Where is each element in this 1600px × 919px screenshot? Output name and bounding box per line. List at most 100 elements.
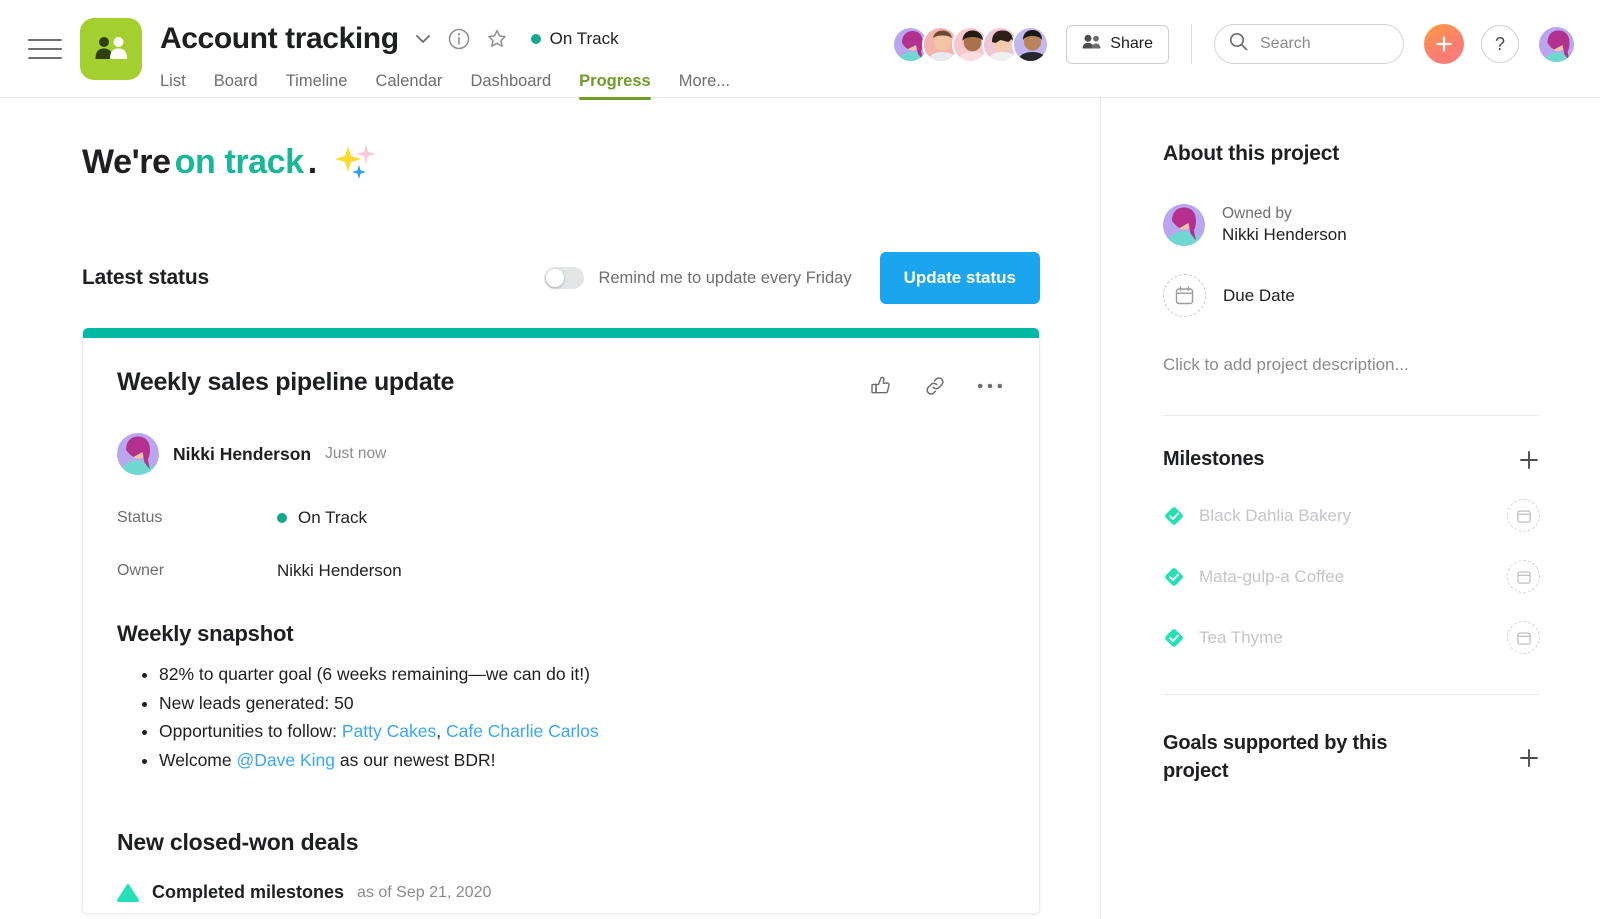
- completed-milestones-label: Completed milestones: [152, 882, 345, 902]
- milestone-date-button[interactable]: [1507, 621, 1540, 654]
- create-button[interactable]: [1424, 24, 1464, 64]
- status-update-card: Weekly sales pipeline update Nikki Hende…: [82, 328, 1040, 914]
- status-dot-icon: [530, 34, 541, 44]
- tab-board[interactable]: Board: [214, 72, 258, 100]
- closed-won-deals-heading: New closed-won deals: [117, 829, 359, 855]
- field-status-value-wrap: On Track: [277, 508, 367, 528]
- tab-calendar[interactable]: Calendar: [375, 72, 442, 100]
- tab-timeline[interactable]: Timeline: [286, 72, 348, 100]
- field-owner: Owner Nikki Henderson: [117, 561, 1003, 581]
- update-status-button[interactable]: Update status: [879, 252, 1040, 304]
- milestones-header: Milestones: [1163, 448, 1540, 471]
- bullet-text: 82% to quarter goal (6 weeks remaining—w…: [159, 664, 590, 684]
- sparkles-icon: [334, 142, 377, 182]
- current-user-avatar[interactable]: [1537, 24, 1576, 64]
- status-dot-icon: [277, 513, 287, 523]
- remind-toggle-group: Remind me to update every Friday: [544, 267, 852, 289]
- tab-more[interactable]: More...: [679, 72, 730, 100]
- list-item: Opportunities to follow: Patty Cakes, Ca…: [159, 718, 1003, 746]
- search-icon: [1229, 32, 1248, 56]
- milestone-date-button[interactable]: [1507, 499, 1540, 532]
- bullet-text: Opportunities to follow:: [159, 721, 342, 741]
- owner-avatar[interactable]: [1163, 204, 1205, 246]
- search-box[interactable]: [1214, 24, 1404, 64]
- project-owner-row[interactable]: Owned by Nikki Henderson: [1163, 204, 1540, 246]
- share-button-label: Share: [1110, 35, 1153, 52]
- thumbs-up-icon[interactable]: [869, 374, 893, 398]
- milestone-complete-icon: [1163, 627, 1185, 649]
- avatar[interactable]: [1012, 25, 1050, 63]
- link-cafe-charlie-carlos[interactable]: Cafe Charlie Carlos: [446, 721, 599, 741]
- completed-milestones-line: Completed milestones as of Sep 21, 2020: [117, 882, 1003, 903]
- about-sidebar: About this project Owned by Nikki Hender…: [1100, 98, 1600, 919]
- field-status-value: On Track: [298, 508, 367, 527]
- goals-title: Goals supported by this project: [1163, 732, 1388, 782]
- author-row: Nikki Henderson Just now: [117, 433, 1003, 475]
- author-timestamp: Just now: [325, 445, 387, 462]
- help-button[interactable]: ?: [1481, 25, 1519, 63]
- divider: [1191, 24, 1192, 64]
- field-owner-key: Owner: [117, 562, 165, 579]
- owner-name: Nikki Henderson: [1222, 225, 1347, 244]
- field-owner-value: Nikki Henderson: [277, 561, 402, 580]
- milestone-row[interactable]: Tea Thyme: [1163, 621, 1540, 654]
- headline-suffix: .: [307, 142, 317, 181]
- tab-dashboard[interactable]: Dashboard: [470, 72, 551, 100]
- chevron-down-icon[interactable]: [413, 29, 433, 49]
- mention-dave-king[interactable]: @Dave King: [236, 750, 335, 770]
- field-status: Status On Track: [117, 508, 1003, 528]
- tab-list[interactable]: List: [160, 72, 186, 100]
- milestone-name: Mata-gulp-a Coffee: [1199, 566, 1345, 586]
- milestones-title: Milestones: [1163, 448, 1265, 470]
- share-button[interactable]: Share: [1066, 24, 1169, 64]
- page-title: Account tracking: [160, 22, 399, 55]
- card-actions: [869, 368, 1003, 398]
- people-icon: [1082, 34, 1101, 54]
- bullet-text: as our newest BDR!: [335, 749, 496, 770]
- author-name: Nikki Henderson: [173, 443, 312, 464]
- bullet-text: ,: [436, 721, 446, 741]
- author-avatar[interactable]: [117, 433, 159, 475]
- status-badge-label: On Track: [549, 29, 619, 48]
- toggle-knob: [546, 269, 565, 287]
- member-avatars[interactable]: [892, 25, 1050, 63]
- status-badge[interactable]: On Track: [530, 29, 619, 49]
- remind-toggle[interactable]: [544, 267, 585, 289]
- more-options-icon[interactable]: [977, 382, 1003, 390]
- project-icon[interactable]: [80, 18, 142, 80]
- page-body: We're on track. Latest status Remind me …: [0, 98, 1600, 919]
- milestone-shape-icon: [117, 883, 139, 902]
- headline-highlight: on track: [174, 142, 304, 181]
- due-date-label: Due Date: [1223, 285, 1295, 305]
- milestone-date-button[interactable]: [1507, 560, 1540, 593]
- milestone-row[interactable]: Black Dahlia Bakery: [1163, 499, 1540, 532]
- project-title-block: Account tracking On Track List Board Tim…: [160, 18, 730, 100]
- snapshot-bullet-list: 82% to quarter goal (6 weeks remaining—w…: [117, 661, 1003, 774]
- add-goal-button[interactable]: [1518, 747, 1540, 769]
- latest-status-row: Latest status Remind me to update every …: [82, 252, 1040, 304]
- tab-progress[interactable]: Progress: [579, 72, 651, 100]
- link-patty-cakes[interactable]: Patty Cakes: [342, 721, 436, 741]
- progress-headline: We're on track.: [82, 142, 1040, 182]
- link-icon[interactable]: [923, 374, 947, 398]
- card-status-strip: [83, 328, 1039, 338]
- hamburger-menu-icon[interactable]: [28, 32, 62, 66]
- milestone-complete-icon: [1163, 566, 1185, 588]
- owned-by-label: Owned by: [1222, 205, 1292, 222]
- info-icon[interactable]: [447, 27, 471, 51]
- search-input[interactable]: [1260, 35, 1389, 53]
- list-item: 82% to quarter goal (6 weeks remaining—w…: [159, 661, 1003, 689]
- project-description-placeholder[interactable]: Click to add project description...: [1163, 355, 1540, 375]
- milestone-row[interactable]: Mata-gulp-a Coffee: [1163, 560, 1540, 593]
- milestone-complete-icon: [1163, 505, 1185, 527]
- add-milestone-button[interactable]: [1518, 449, 1540, 471]
- due-date-row[interactable]: Due Date: [1163, 274, 1540, 317]
- headline-prefix: We're: [82, 142, 171, 181]
- status-update-title: Weekly sales pipeline update: [117, 368, 455, 396]
- about-project-title: About this project: [1163, 142, 1340, 165]
- star-icon[interactable]: [485, 27, 509, 51]
- divider: [1163, 694, 1540, 695]
- milestone-name: Tea Thyme: [1199, 627, 1283, 647]
- top-bar: Account tracking On Track List Board Tim…: [0, 0, 1600, 100]
- owner-text-block: Owned by Nikki Henderson: [1222, 205, 1347, 245]
